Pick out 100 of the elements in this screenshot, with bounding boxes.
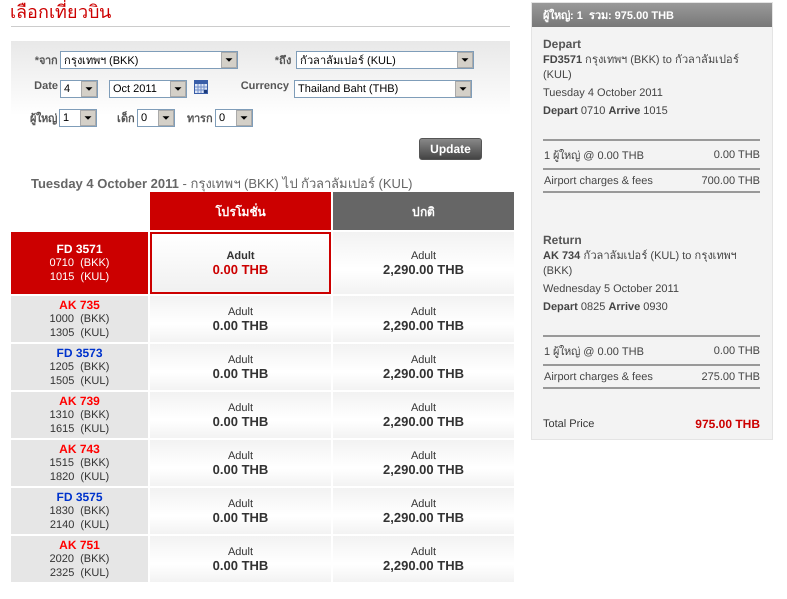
fare-option[interactable]: Adult 2,290.00 THB xyxy=(333,488,514,534)
arrival-time: 2325 (KUL) xyxy=(48,566,110,580)
fare-option[interactable]: Adult 0.00 THB xyxy=(150,488,331,534)
fare-option[interactable]: Adult 0.00 THB xyxy=(150,440,331,486)
fare-option[interactable]: Adult 2,290.00 THB xyxy=(333,344,514,390)
caret-icon xyxy=(236,110,252,126)
fare-label: Adult xyxy=(410,450,436,462)
fare-price: 0.00 THB xyxy=(212,462,268,476)
origin-dropdown[interactable]: กรุงเทพฯ (BKK) xyxy=(60,51,238,69)
fare-option[interactable]: Adult 0.00 THB xyxy=(150,392,331,438)
arrival-time: 2140 (KUL) xyxy=(48,518,110,532)
fare-option[interactable]: Adult 0.00 THB xyxy=(150,296,331,342)
arrival-time: 1615 (KUL) xyxy=(48,422,110,436)
fare-option[interactable]: Adult 2,290.00 THB xyxy=(333,296,514,342)
fare-label: Adult xyxy=(410,250,436,262)
day-dropdown[interactable]: 4 xyxy=(60,80,98,98)
field-label: Date xyxy=(33,80,59,92)
flight-cell[interactable]: AK 751 2020 (BKK) 2325 (KUL) xyxy=(11,536,148,582)
charge-amount: 700.00 THB xyxy=(701,175,760,187)
flight-number: AK 743 xyxy=(58,442,101,456)
field-label: เด็ก xyxy=(116,110,136,127)
fare-price: 2,290.00 THB xyxy=(383,414,464,428)
fare-price: 0.00 THB xyxy=(212,414,268,428)
caret-icon xyxy=(170,81,186,97)
caret-icon xyxy=(81,81,97,97)
fare-price: 0.00 THB xyxy=(212,262,268,276)
fare-label: Adult xyxy=(228,402,254,414)
fare-option[interactable]: Adult 0.00 THB xyxy=(150,536,331,582)
total-amount: 975.00 THB xyxy=(695,417,760,431)
fare-price: 0.00 THB xyxy=(212,318,268,332)
fare-label: Adult xyxy=(228,450,254,462)
flight-date: Tuesday 4 October 2011 xyxy=(543,86,664,101)
summary-header: ผู้ใหญ่: 1 รวม: 975.00 THB xyxy=(532,3,772,27)
flight-cell[interactable]: FD 3575 1830 (BKK) 2140 (KUL) xyxy=(11,488,148,534)
passenger-count-dropdown[interactable]: 0 xyxy=(137,109,175,127)
flight-number: AK 739 xyxy=(58,394,101,408)
fare-option[interactable]: Adult 2,290.00 THB xyxy=(333,440,514,486)
total-label: Total Price xyxy=(543,418,594,430)
field-label: ผู้ใหญ่ xyxy=(29,110,58,127)
flight-cell[interactable]: AK 743 1515 (BKK) 1820 (KUL) xyxy=(11,440,148,486)
field-label: Currency xyxy=(240,80,290,92)
fare-option[interactable]: Adult 0.00 THB xyxy=(150,344,331,390)
caret-icon xyxy=(455,81,471,97)
arrival-time: 1015 (KUL) xyxy=(48,270,110,284)
fare-price: 2,290.00 THB xyxy=(383,558,464,572)
charge-amount: 0.00 THB xyxy=(714,345,760,357)
departure-time: 1310 (BKK) xyxy=(48,408,110,422)
caret-icon xyxy=(457,52,473,68)
fare-option[interactable]: Adult 0.00 THB xyxy=(150,232,331,294)
fare-option[interactable]: Adult 2,290.00 THB xyxy=(333,536,514,582)
flight-route: FD3571 กรุงเทพฯ (BKK) to กัวลาลัมเปอร์ (KUL) xyxy=(543,53,740,83)
charge-label: Airport charges & fees xyxy=(544,175,653,187)
flight-cell[interactable]: FD 3573 1205 (BKK) 1505 (KUL) xyxy=(11,344,148,390)
fare-price: 2,290.00 THB xyxy=(383,318,464,332)
departure-time: 0710 (BKK) xyxy=(48,256,110,270)
fare-price: 2,290.00 THB xyxy=(383,462,464,476)
fare-price: 2,290.00 THB xyxy=(383,262,464,276)
fare-label: Adult xyxy=(228,306,254,318)
field-label: *ถึง xyxy=(274,54,292,69)
departure-time: 1205 (BKK) xyxy=(48,360,110,374)
fare-label: Adult xyxy=(228,546,254,558)
passenger-count-dropdown[interactable]: 0 xyxy=(215,109,253,127)
fare-column-header: โปรโมชั่น xyxy=(150,192,331,230)
flight-cell[interactable]: AK 739 1310 (BKK) 1615 (KUL) xyxy=(11,392,148,438)
section-heading: Return xyxy=(543,233,583,247)
flight-route: AK 734 กัวลาลัมเปอร์ (KUL) to กรุงเทพฯ (BKK) xyxy=(543,249,738,279)
flight-cell[interactable]: AK 735 1000 (BKK) 1305 (KUL) xyxy=(11,296,148,342)
caret-icon xyxy=(80,110,96,126)
charge-amount: 0.00 THB xyxy=(714,149,760,161)
fare-price: 2,290.00 THB xyxy=(383,366,464,380)
departure-time: 1000 (BKK) xyxy=(48,312,110,326)
arrival-time: 1305 (KUL) xyxy=(48,326,110,340)
flight-cell[interactable]: FD 3571 0710 (BKK) 1015 (KUL) xyxy=(11,232,148,294)
passenger-count-dropdown[interactable]: 1 xyxy=(59,109,97,127)
calendar-icon[interactable] xyxy=(194,80,208,94)
charge-label: 1 ผู้ใหญ่ @ 0.00 THB xyxy=(544,344,644,360)
arrival-time: 1505 (KUL) xyxy=(48,374,110,388)
month-dropdown[interactable]: Oct 2011 xyxy=(109,80,187,98)
fare-label: Adult xyxy=(410,498,436,510)
fare-label: Adult xyxy=(410,354,436,366)
section-heading: Depart xyxy=(543,37,582,51)
flight-times: Depart 0825 Arrive 0930 xyxy=(543,300,669,315)
flight-date: Wednesday 5 October 2011 xyxy=(543,282,680,297)
flight-number: FD 3575 xyxy=(55,490,104,504)
charge-label: Airport charges & fees xyxy=(544,371,653,383)
field-label: ทารก xyxy=(186,112,214,127)
fare-option[interactable]: Adult 2,290.00 THB xyxy=(333,232,514,294)
update-button[interactable]: Update xyxy=(419,138,482,160)
fare-column-header: ปกติ xyxy=(333,192,514,230)
fare-label: Adult xyxy=(228,498,254,510)
flight-number: FD 3573 xyxy=(55,346,104,360)
charge-label: 1 ผู้ใหญ่ @ 0.00 THB xyxy=(544,148,644,164)
fare-option[interactable]: Adult 2,290.00 THB xyxy=(333,392,514,438)
departure-time: 1830 (BKK) xyxy=(48,504,110,518)
departure-time: 2020 (BKK) xyxy=(48,552,110,566)
fare-price: 0.00 THB xyxy=(212,510,268,524)
fare-price: 0.00 THB xyxy=(212,558,268,572)
destination-dropdown[interactable]: กัวลาลัมเปอร์ (KUL) xyxy=(296,51,474,69)
fare-label: Adult xyxy=(410,402,436,414)
currency-dropdown[interactable]: Thailand Baht (THB) xyxy=(294,80,472,98)
